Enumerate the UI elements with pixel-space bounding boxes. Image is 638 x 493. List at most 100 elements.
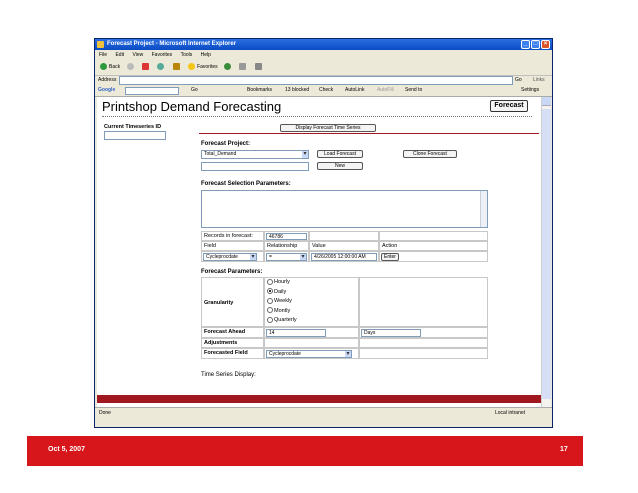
- textarea-scrollbar[interactable]: [480, 191, 487, 227]
- autofill-button[interactable]: AutoFill: [377, 85, 394, 96]
- browser-window: Forecast Project - Microsoft Internet Ex…: [94, 38, 553, 428]
- granularity-spacer-cell: [359, 277, 488, 327]
- close-button[interactable]: ×: [541, 40, 550, 49]
- current-timeseries-field[interactable]: [104, 131, 166, 140]
- favorites-button[interactable]: Favorites: [188, 60, 218, 75]
- granularity-options: Hourly Daily Weekly Montly Quarterly: [264, 277, 359, 327]
- current-timeseries-label: Current Timeseries ID: [104, 124, 162, 130]
- google-go-button[interactable]: Go: [191, 85, 198, 96]
- toolbar: Back Favorites: [95, 60, 552, 76]
- star-icon: [188, 63, 196, 71]
- days-field[interactable]: Days: [361, 329, 421, 337]
- stop-icon[interactable]: [141, 60, 151, 75]
- radio-checked-icon: [267, 288, 273, 295]
- records-cell: 46786: [264, 231, 309, 241]
- menu-view[interactable]: View: [132, 52, 143, 58]
- slide-page-number: 17: [560, 446, 568, 453]
- popup-blocked-indicator[interactable]: 13 blocked: [285, 85, 309, 96]
- vertical-scrollbar[interactable]: [541, 97, 551, 407]
- display-forecast-ts-button[interactable]: Display Forecast Time Series: [280, 124, 376, 132]
- refresh-icon[interactable]: [157, 60, 166, 75]
- records-spacer-cell: [379, 231, 488, 241]
- radio-daily[interactable]: Daily: [267, 288, 358, 298]
- slide-footer: Oct 5, 2007 17: [27, 436, 583, 466]
- address-bar: Address Go Links: [95, 75, 552, 85]
- radio-circle-icon: [267, 278, 273, 285]
- radio-circle-icon: [267, 307, 273, 314]
- page-footer-bar: [97, 395, 541, 403]
- forecasted-field-spacer-cell: [359, 348, 488, 359]
- autolink-button[interactable]: AutoLink: [345, 85, 364, 96]
- red-divider: [199, 133, 539, 134]
- menu-tools[interactable]: Tools: [181, 52, 193, 58]
- adjustments-cell: [264, 338, 359, 348]
- maximize-button[interactable]: □: [531, 40, 540, 49]
- forecasted-field-select[interactable]: Cycleprocdate: [266, 350, 352, 358]
- back-button[interactable]: Back: [100, 60, 120, 75]
- enter-button[interactable]: Enter: [381, 253, 399, 261]
- status-bar: Done Local intranet: [95, 407, 552, 418]
- forward-icon[interactable]: [126, 60, 136, 75]
- value-cell: 4/26/2005 12:00:00 AM: [309, 251, 379, 262]
- google-toolbar: Google Go Bookmarks 13 blocked Check Aut…: [95, 85, 552, 97]
- forecast-ahead-input[interactable]: 14: [266, 329, 326, 337]
- minimize-button[interactable]: _: [521, 40, 530, 49]
- bookmarks-button[interactable]: Bookmarks: [247, 85, 272, 96]
- page-content: Printshop Demand Forecasting Forecast Cu…: [97, 97, 541, 407]
- google-logo: Google: [98, 87, 116, 93]
- relationship-select[interactable]: =: [266, 253, 307, 261]
- forecast-params-label: Forecast Parameters:: [201, 269, 263, 275]
- scroll-thumb[interactable]: [542, 109, 551, 399]
- clone-forecast-button[interactable]: Clone Forecast: [403, 150, 457, 158]
- menu-help[interactable]: Help: [201, 52, 211, 58]
- history-icon[interactable]: [224, 60, 233, 75]
- granularity-label: Granularity: [204, 300, 234, 306]
- field-select[interactable]: Cycleprocdate: [203, 253, 257, 261]
- title-bar: Forecast Project - Microsoft Internet Ex…: [95, 39, 552, 50]
- radio-quarterly[interactable]: Quarterly: [267, 316, 358, 326]
- col-header-value: Value: [309, 241, 379, 251]
- mail-icon[interactable]: [239, 60, 248, 75]
- forecasted-field-label: Forecasted Field: [201, 348, 264, 359]
- radio-hourly[interactable]: Hourly: [267, 278, 358, 288]
- go-button[interactable]: Go: [515, 75, 522, 85]
- radio-circle-icon: [267, 297, 273, 304]
- address-input[interactable]: [119, 76, 513, 85]
- send-to-button[interactable]: Send to: [405, 85, 422, 96]
- slide-date: Oct 5, 2007: [48, 446, 85, 453]
- relationship-cell: =: [264, 251, 309, 262]
- settings-button[interactable]: Settings: [521, 85, 539, 96]
- adjustments-label: Adjustments: [201, 338, 264, 348]
- menu-file[interactable]: File: [99, 52, 107, 58]
- days-cell: Days: [359, 327, 488, 338]
- google-search-input[interactable]: [125, 87, 179, 95]
- back-arrow-icon: [100, 63, 107, 71]
- date-value-input[interactable]: 4/26/2005 12:00:00 AM: [311, 253, 377, 261]
- forecast-button[interactable]: Forecast: [490, 100, 528, 112]
- col-header-field: Field: [201, 241, 264, 251]
- radio-monthly[interactable]: Montly: [267, 307, 358, 317]
- new-button[interactable]: New: [317, 162, 363, 170]
- print-icon[interactable]: [254, 60, 264, 75]
- records-spacer-cell: [309, 231, 379, 241]
- home-icon[interactable]: [172, 60, 182, 75]
- spellcheck-button[interactable]: Check: [319, 85, 333, 96]
- time-series-display-label: Time Series Display:: [201, 372, 256, 378]
- links-label[interactable]: Links: [533, 75, 545, 85]
- new-forecast-name-input[interactable]: [201, 162, 309, 171]
- project-select[interactable]: Total_Demand: [201, 150, 309, 159]
- menu-favorites[interactable]: Favorites: [152, 52, 173, 58]
- selection-textarea[interactable]: [201, 190, 488, 228]
- records-value: 46786: [266, 233, 307, 240]
- load-forecast-button[interactable]: Load Forecast: [317, 150, 363, 158]
- menu-bar: File Edit View Favorites Tools Help: [95, 50, 552, 60]
- col-header-relationship: Relationship: [264, 241, 309, 251]
- forecast-project-label: Forecast Project:: [201, 141, 251, 147]
- radio-weekly[interactable]: Weekly: [267, 297, 358, 307]
- records-label: Records in forecast:: [201, 231, 264, 241]
- menu-edit[interactable]: Edit: [115, 52, 124, 58]
- zone-indicator: Local intranet: [495, 410, 526, 416]
- forecast-ahead-cell: 14: [264, 327, 359, 338]
- radio-circle-icon: [267, 316, 273, 323]
- scroll-up-icon[interactable]: [542, 97, 551, 106]
